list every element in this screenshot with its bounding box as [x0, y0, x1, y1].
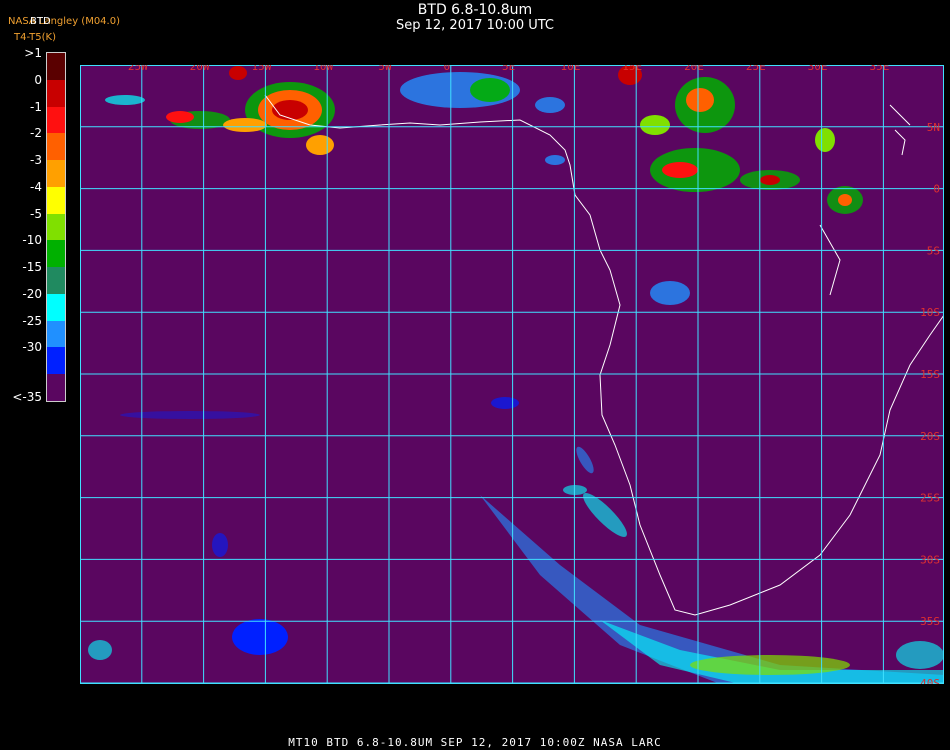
latitude-label: 0: [933, 183, 940, 196]
convective-core: [306, 135, 334, 155]
latitude-label: 40S: [920, 677, 940, 684]
legend-swatch: [47, 106, 65, 134]
longitude-label: 30E: [808, 65, 828, 73]
color-legend: [46, 52, 66, 402]
latitude-label: 25S: [920, 492, 940, 505]
legend-swatch: [47, 133, 65, 161]
legend-swatch: [47, 293, 65, 322]
credit-text: NASA Langley (M04.0): [8, 16, 120, 27]
cloud-patch: [120, 411, 260, 419]
legend-label: -10: [22, 233, 42, 248]
convective-core: [838, 194, 852, 206]
legend-label: -4: [30, 179, 42, 194]
legend-units-label: T4-T5(K): [14, 32, 56, 43]
legend-label: -2: [30, 126, 42, 141]
latitude-label: 20S: [920, 430, 940, 443]
convective-core: [686, 88, 714, 112]
cloud-patch: [232, 619, 288, 655]
legend-swatch: [47, 374, 65, 402]
legend-swatch: [47, 240, 65, 268]
convective-core: [223, 118, 267, 132]
legend-label: -5: [30, 206, 42, 221]
longitude-label: 25E: [746, 65, 766, 73]
legend-label: -20: [22, 286, 42, 301]
longitude-label: 5W: [378, 65, 392, 73]
legend-label: <-35: [12, 390, 42, 404]
cloud-patch: [545, 155, 565, 165]
legend-swatch: [47, 320, 65, 348]
legend-swatch: [47, 79, 65, 108]
legend-label: 0: [34, 72, 42, 87]
legend-swatch: [47, 347, 65, 375]
cloud-patch: [535, 97, 565, 113]
cloud-patch: [491, 397, 519, 409]
product-label: BTD: [30, 16, 51, 27]
cloud-patch: [896, 641, 944, 669]
legend-label: -25: [22, 313, 42, 328]
latitude-label: 10S: [920, 306, 940, 319]
longitude-label: 0: [443, 65, 450, 73]
longitude-label: 10W: [313, 65, 333, 73]
latitude-label: 5S: [927, 244, 940, 257]
convective-core: [662, 162, 698, 178]
cloud-patch: [470, 78, 510, 102]
legend-swatch: [47, 160, 65, 188]
cloud-patch: [650, 281, 690, 305]
footer-caption: MT10 BTD 6.8-10.8UM SEP 12, 2017 10:00Z …: [288, 736, 662, 749]
map-subtitle: Sep 12, 2017 10:00 UTC: [395, 18, 555, 33]
longitude-label: 35E: [869, 65, 889, 73]
cloud-patch: [105, 95, 145, 105]
map-title: BTD 6.8-10.8um: [417, 2, 533, 18]
cloud-patch: [815, 128, 835, 152]
longitude-label: 10E: [560, 65, 580, 73]
legend-swatch: [47, 267, 65, 295]
legend-label: >1: [24, 46, 42, 60]
legend-swatch: [47, 213, 65, 241]
cloud-patch: [563, 485, 587, 495]
cloud-patch: [88, 640, 112, 660]
frontal-band: [690, 655, 850, 675]
legend-label: -30: [22, 340, 42, 355]
latitude-label: 30S: [920, 553, 940, 566]
convective-core: [229, 66, 247, 80]
cloud-patch: [212, 533, 228, 557]
title-block: BTD 6.8-10.8um Sep 12, 2017 10:00 UTC: [0, 2, 950, 33]
legend-label: -1: [30, 99, 42, 114]
latitude-label: 15S: [920, 368, 940, 381]
cloud-patch: [640, 115, 670, 135]
legend-swatch: [47, 53, 65, 81]
convective-core: [272, 100, 308, 120]
latitude-label: 35S: [920, 615, 940, 628]
convective-core: [760, 175, 780, 185]
legend-label: -3: [30, 153, 42, 168]
longitude-label: 20W: [190, 65, 210, 73]
legend-label: -15: [22, 260, 42, 275]
legend-swatch: [47, 186, 65, 215]
convective-core: [166, 111, 194, 123]
longitude-label: 20E: [684, 65, 704, 73]
longitude-label: 15E: [622, 65, 642, 73]
longitude-label: 5E: [502, 65, 515, 73]
longitude-label: 15W: [251, 65, 271, 73]
latitude-label: 5N: [927, 121, 940, 134]
longitude-label: 25W: [128, 65, 148, 73]
satellite-map: 25W 20W 15W 10W 5W 0 5E 10E 15E 20E 25E 30E 35E 5N 0 5S…: [80, 65, 944, 684]
